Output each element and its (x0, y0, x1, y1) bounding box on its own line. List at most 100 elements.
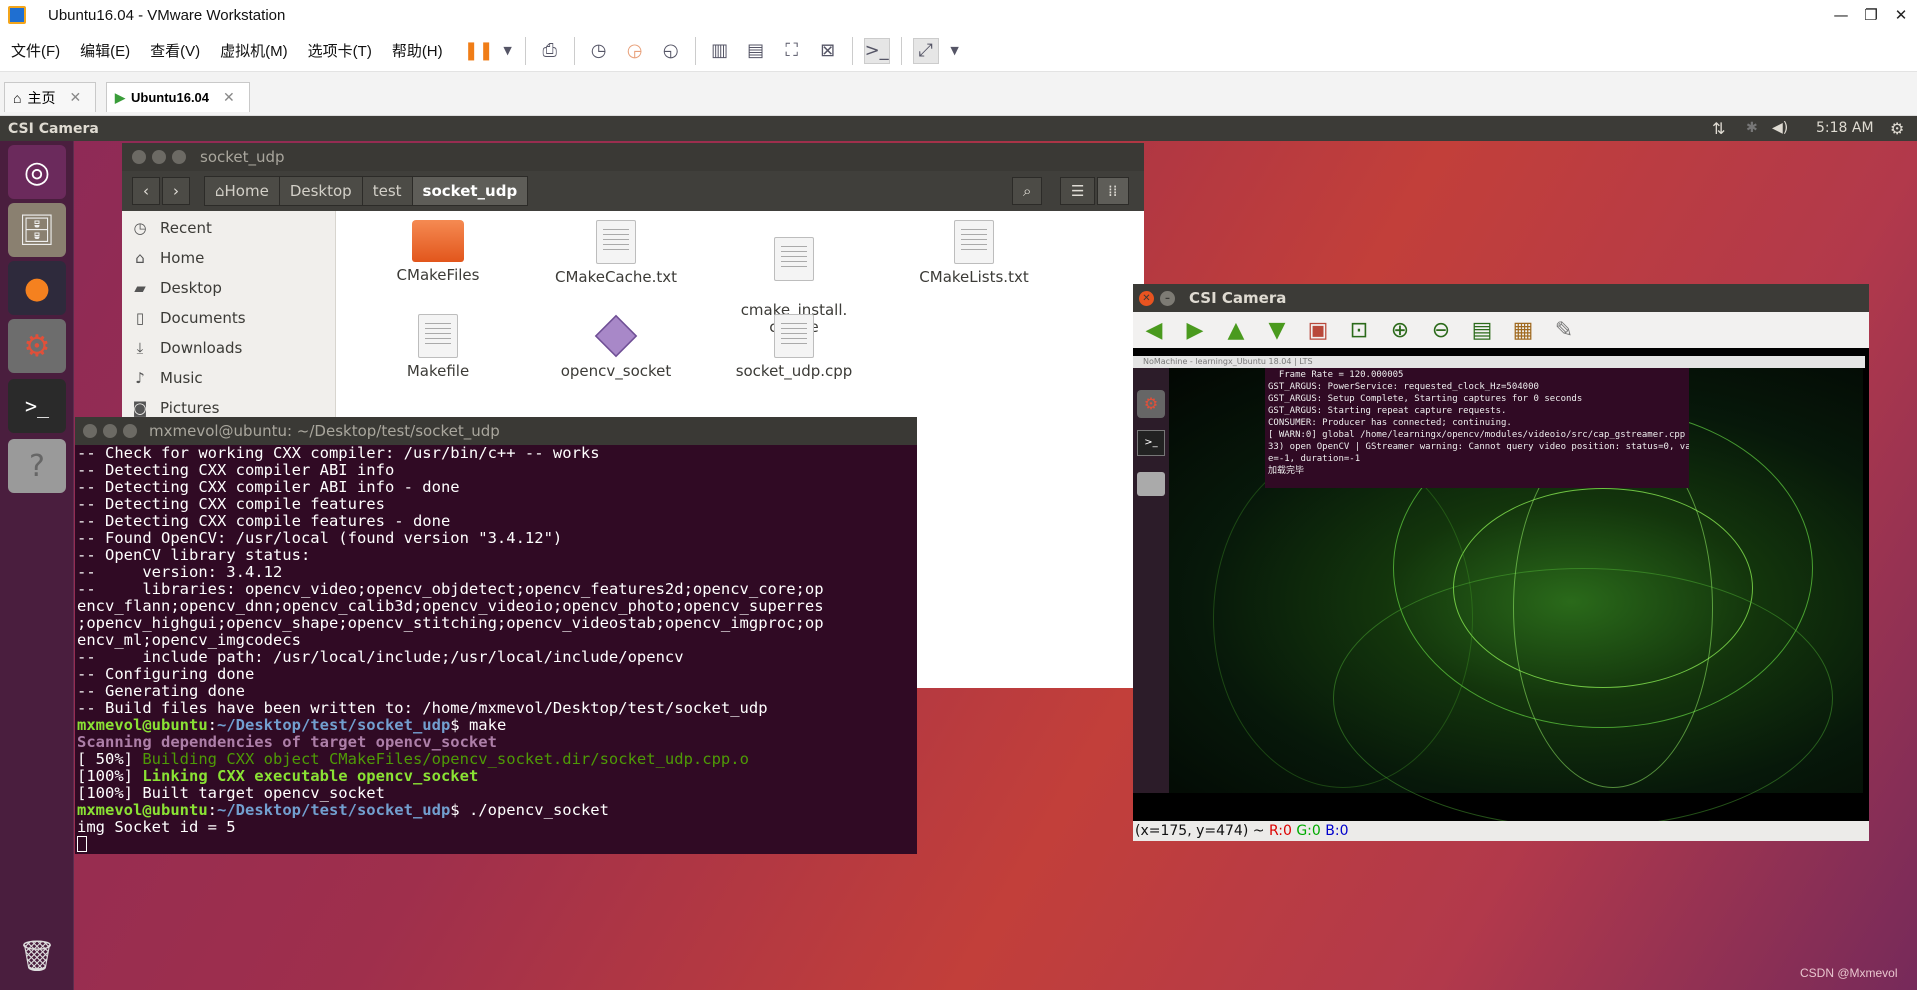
remote-terminal-line: Frame Rate = 120.000005 (1268, 370, 1404, 380)
camera-icon: ◙ (132, 399, 148, 417)
tab-home-label: 主页 (27, 89, 56, 106)
gear-icon[interactable]: ⚙ (1890, 116, 1904, 141)
file-item[interactable]: CMakeFiles (363, 220, 513, 284)
system-settings-icon: ⚙ (1137, 390, 1165, 418)
close-icon[interactable]: ✕ (223, 89, 235, 106)
close-icon[interactable] (83, 424, 97, 438)
close-icon[interactable]: ✕ (1139, 290, 1154, 306)
zoom-out-icon[interactable]: ⊖ (1427, 316, 1455, 344)
remote-terminal-line: [ WARN:0] global /home/learningx/opencv/… (1268, 430, 1689, 440)
file-item[interactable]: Makefile (363, 314, 513, 380)
minimize-icon[interactable]: – (1160, 290, 1175, 306)
snapshot-icon[interactable]: ◷ (586, 38, 612, 64)
toolbar-divider (524, 36, 526, 65)
download-icon: ⤓ (136, 339, 144, 357)
minimize-icon[interactable]: — (1828, 0, 1854, 30)
help-icon[interactable]: ? (8, 439, 66, 493)
breadcrumb-desktop[interactable]: Desktop (280, 177, 363, 205)
fullscreen-icon[interactable]: ⛶ (779, 38, 805, 64)
file-manager-toolbar: ‹ › ⌂ Home Desktop test socket_udp ⌕ ☰ ⁞⁞ (122, 171, 1144, 211)
copy-icon[interactable]: ▦ (1509, 316, 1537, 344)
properties-icon[interactable]: ✎ (1550, 316, 1578, 344)
file-item[interactable]: CMakeCache.txt (541, 220, 691, 286)
menu-file[interactable]: 文件(F) (0, 40, 69, 61)
maximize-icon[interactable] (123, 424, 137, 438)
minimize-icon[interactable] (152, 150, 166, 164)
pixel-blue-value: B:0 (1325, 823, 1349, 839)
vmware-tabbar: ⌂ 主页 ✕ ▶ Ubuntu16.04 ✕ (0, 72, 1917, 116)
list-view-icon[interactable]: ☰ (1060, 177, 1096, 205)
file-manager-title: socket_udp (200, 148, 285, 166)
arrow-up-icon[interactable]: ▲ (1222, 316, 1250, 344)
sidebar-item-pictures[interactable]: ◙ Pictures (132, 399, 220, 417)
menu-tabs[interactable]: 选项卡(T) (297, 40, 381, 61)
ubuntu-dash-icon[interactable]: ◎ (8, 145, 66, 199)
chevron-down-icon[interactable]: ▼ (502, 38, 514, 64)
tab-home[interactable]: ⌂ 主页 ✕ (4, 82, 96, 112)
arrow-down-icon[interactable]: ▼ (1263, 316, 1291, 344)
breadcrumb-test[interactable]: test (363, 177, 413, 205)
snapshot-manager-icon[interactable]: ◵ (658, 38, 684, 64)
network-icon[interactable]: ⇅ (1712, 116, 1725, 141)
pause-icon[interactable]: ❚❚ (464, 38, 494, 64)
restore-icon[interactable]: ❐ (1858, 0, 1884, 30)
revert-snapshot-icon[interactable]: ◶ (622, 38, 648, 64)
grid-view-icon[interactable]: ⁞⁞ (1097, 177, 1129, 205)
sidebar-toggle-icon[interactable]: ▥ (707, 38, 733, 64)
image-icon[interactable]: ▣ (1304, 316, 1332, 344)
terminal-line: encv_flann;opencv_dnn;opencv_calib3d;ope… (77, 597, 824, 615)
sidebar-item-documents[interactable]: ▯ Documents (132, 309, 246, 327)
breadcrumb-home[interactable]: ⌂ Home (205, 177, 280, 205)
back-button[interactable]: ‹ (132, 177, 160, 205)
terminal-icon[interactable]: >_ (8, 379, 66, 433)
menu-view[interactable]: 查看(V) (139, 40, 209, 61)
terminal-output[interactable]: -- Check for working CXX compiler: /usr/… (75, 445, 917, 854)
sidebar-item-recent[interactable]: ◷ Recent (132, 219, 211, 237)
sidebar-item-music[interactable]: ♪ Music (132, 369, 202, 387)
volume-icon[interactable]: ◀) (1772, 116, 1788, 141)
active-app-title: CSI Camera (8, 120, 99, 137)
home-icon: ⌂ (135, 249, 145, 267)
text-file-icon (774, 237, 814, 281)
terminal-line: -- Detecting CXX compile features (77, 495, 385, 513)
files-icon[interactable]: 🗄 (8, 203, 66, 257)
toolbar-divider (573, 36, 575, 65)
arrow-left-icon[interactable]: ◀ (1140, 316, 1168, 344)
zoom-in-icon[interactable]: ⊕ (1386, 316, 1414, 344)
menu-edit[interactable]: 编辑(E) (69, 40, 139, 61)
forward-button[interactable]: › (162, 177, 190, 205)
maximize-icon[interactable] (172, 150, 186, 164)
menu-vm[interactable]: 虚拟机(M) (209, 40, 297, 61)
chevron-down-icon[interactable]: ▼ (949, 38, 961, 64)
clock[interactable]: 5:18 AM (1816, 116, 1874, 141)
file-item[interactable]: socket_udp.cpp (719, 314, 869, 380)
system-settings-icon[interactable]: ⚙ (8, 319, 66, 373)
terminal-line: -- Detecting CXX compiler ABI info - don… (77, 478, 460, 496)
send-keys-icon[interactable]: ⎙ (537, 38, 563, 64)
terminal-line: -- Check for working CXX compiler: /usr/… (77, 445, 600, 462)
close-icon[interactable]: ✕ (69, 89, 81, 106)
file-item[interactable]: opencv_socket (541, 314, 691, 380)
save-icon[interactable]: ▤ (1468, 316, 1496, 344)
stretch-view-icon[interactable]: ⤢ (912, 37, 939, 64)
bluetooth-icon[interactable]: ✱ (1746, 116, 1758, 141)
terminal-line: [100%] Linking CXX executable opencv_soc… (77, 767, 479, 785)
close-icon[interactable] (132, 150, 146, 164)
file-item[interactable]: CMakeLists.txt (899, 220, 1049, 286)
breadcrumb-socket-udp[interactable]: socket_udp (412, 177, 528, 205)
minimize-icon[interactable] (103, 424, 117, 438)
unity-icon[interactable]: ⊠ (815, 38, 841, 64)
sidebar-item-home[interactable]: ⌂ Home (132, 249, 204, 267)
thumbnail-bar-icon[interactable]: ▤ (743, 38, 769, 64)
trash-icon[interactable]: 🗑 (8, 929, 66, 983)
close-icon[interactable]: ✕ (1888, 0, 1914, 30)
arrow-right-icon[interactable]: ▶ (1181, 316, 1209, 344)
zoom-fit-icon[interactable]: ⊡ (1345, 316, 1373, 344)
sidebar-item-desktop[interactable]: ▰ Desktop (132, 279, 222, 297)
firefox-icon[interactable]: ● (8, 261, 66, 315)
sidebar-item-downloads[interactable]: ⤓ Downloads (132, 339, 243, 357)
tab-ubuntu[interactable]: ▶ Ubuntu16.04 ✕ (106, 82, 250, 112)
search-icon[interactable]: ⌕ (1012, 177, 1043, 205)
console-view-icon[interactable]: >_ (863, 37, 890, 64)
menu-help[interactable]: 帮助(H) (381, 40, 452, 61)
